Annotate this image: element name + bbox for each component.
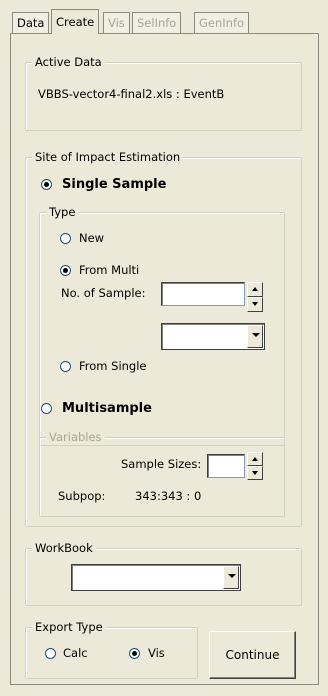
vis-label: Vis xyxy=(148,646,165,660)
subpop-label: Subpop: xyxy=(58,489,106,503)
continue-button-label: Continue xyxy=(225,648,280,662)
no-of-sample-spinner[interactable] xyxy=(247,282,263,312)
spin-down-icon[interactable] xyxy=(247,297,263,312)
sample-sizes-label: Sample Sizes: xyxy=(121,457,202,471)
active-data-value: VBBS-vector4-final2.xls : EventB xyxy=(38,87,225,101)
export-type-group: Export Type Calc Vis xyxy=(25,620,198,679)
tab-create[interactable]: Create xyxy=(51,9,100,34)
subpop-value: 343:343 : 0 xyxy=(135,489,202,503)
from-multi-radio[interactable] xyxy=(60,265,71,276)
chevron-down-icon[interactable] xyxy=(223,566,239,589)
spin-up-icon[interactable] xyxy=(247,452,263,466)
sample-sizes-spinner[interactable] xyxy=(247,452,263,480)
new-label: New xyxy=(79,231,105,245)
vis-radio[interactable] xyxy=(129,648,140,659)
variables-group: Variables Sample Sizes: Subpop: 343:343 … xyxy=(39,430,285,517)
workbook-select[interactable] xyxy=(71,564,241,591)
multisample-label: Multisample xyxy=(62,401,152,416)
no-of-sample-input[interactable] xyxy=(161,282,245,306)
chevron-down-icon[interactable] xyxy=(247,325,263,348)
spin-up-icon[interactable] xyxy=(247,282,263,297)
multisample-radio[interactable] xyxy=(41,403,52,414)
tab-geninfo-label: GenInfo xyxy=(199,16,245,30)
tab-geninfo[interactable]: GenInfo xyxy=(194,12,250,33)
tab-selinfo[interactable]: SelInfo xyxy=(132,12,182,33)
from-multi-select[interactable] xyxy=(161,323,265,350)
from-single-label: From Single xyxy=(79,359,147,373)
tab-selinfo-label: SelInfo xyxy=(137,16,177,30)
no-of-sample-label: No. of Sample: xyxy=(61,286,146,300)
from-single-radio[interactable] xyxy=(60,361,71,372)
calc-label: Calc xyxy=(63,646,88,660)
single-sample-radio[interactable] xyxy=(41,179,52,190)
spin-down-icon[interactable] xyxy=(247,466,263,480)
continue-button[interactable]: Continue xyxy=(209,631,296,679)
tab-vis[interactable]: Vis xyxy=(103,12,130,33)
workbook-legend: WorkBook xyxy=(32,541,96,555)
new-radio[interactable] xyxy=(60,233,71,244)
active-data-legend: Active Data xyxy=(32,55,105,69)
workbook-group: WorkBook xyxy=(25,541,302,606)
tab-vis-label: Vis xyxy=(108,16,125,30)
tab-create-label: Create xyxy=(56,15,95,29)
calc-radio[interactable] xyxy=(45,648,56,659)
tab-data[interactable]: Data xyxy=(12,12,50,33)
site-of-impact-group: Site of Impact Estimation Single Sample … xyxy=(25,150,302,527)
from-multi-label: From Multi xyxy=(79,263,140,277)
single-sample-label: Single Sample xyxy=(62,177,167,192)
active-data-group: Active Data VBBS-vector4-final2.xls : Ev… xyxy=(25,55,302,131)
export-type-legend: Export Type xyxy=(32,620,106,634)
variables-legend: Variables xyxy=(46,430,105,444)
type-legend: Type xyxy=(46,205,79,219)
sample-sizes-input[interactable] xyxy=(207,454,245,478)
site-of-impact-legend: Site of Impact Estimation xyxy=(32,150,184,164)
tab-data-label: Data xyxy=(17,16,45,30)
